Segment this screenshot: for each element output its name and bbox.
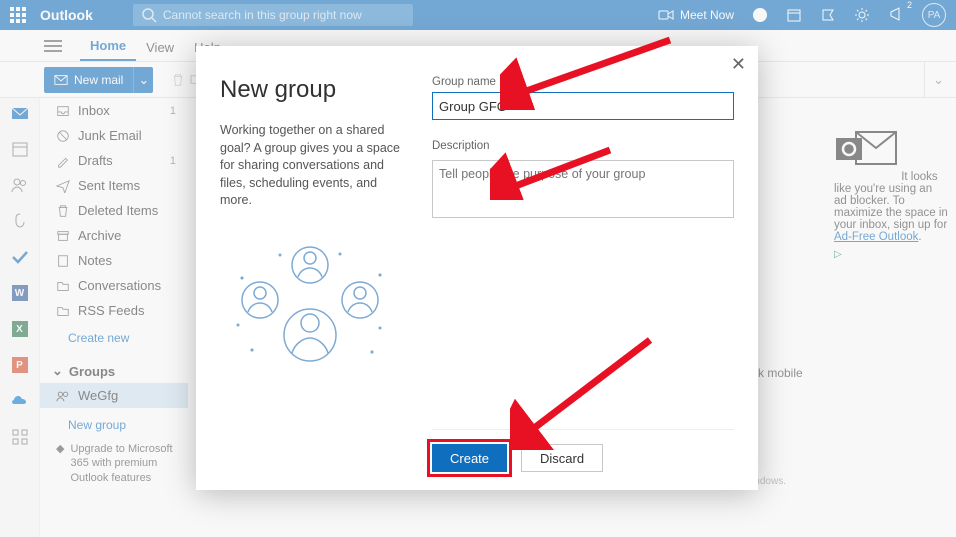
description-label: Description — [432, 140, 734, 152]
description-input[interactable] — [432, 160, 734, 218]
group-name-input[interactable] — [432, 92, 734, 120]
dialog-close-button[interactable]: ✕ — [731, 54, 746, 75]
create-button[interactable]: Create — [432, 444, 507, 472]
dialog-intro: Working together on a shared goal? A gro… — [220, 122, 408, 210]
dialog-title: New group — [220, 76, 408, 104]
group-illustration — [220, 240, 400, 370]
discard-button[interactable]: Discard — [521, 444, 603, 472]
new-group-dialog: New group Working together on a shared g… — [196, 46, 758, 490]
group-name-label: Group name — [432, 76, 734, 88]
